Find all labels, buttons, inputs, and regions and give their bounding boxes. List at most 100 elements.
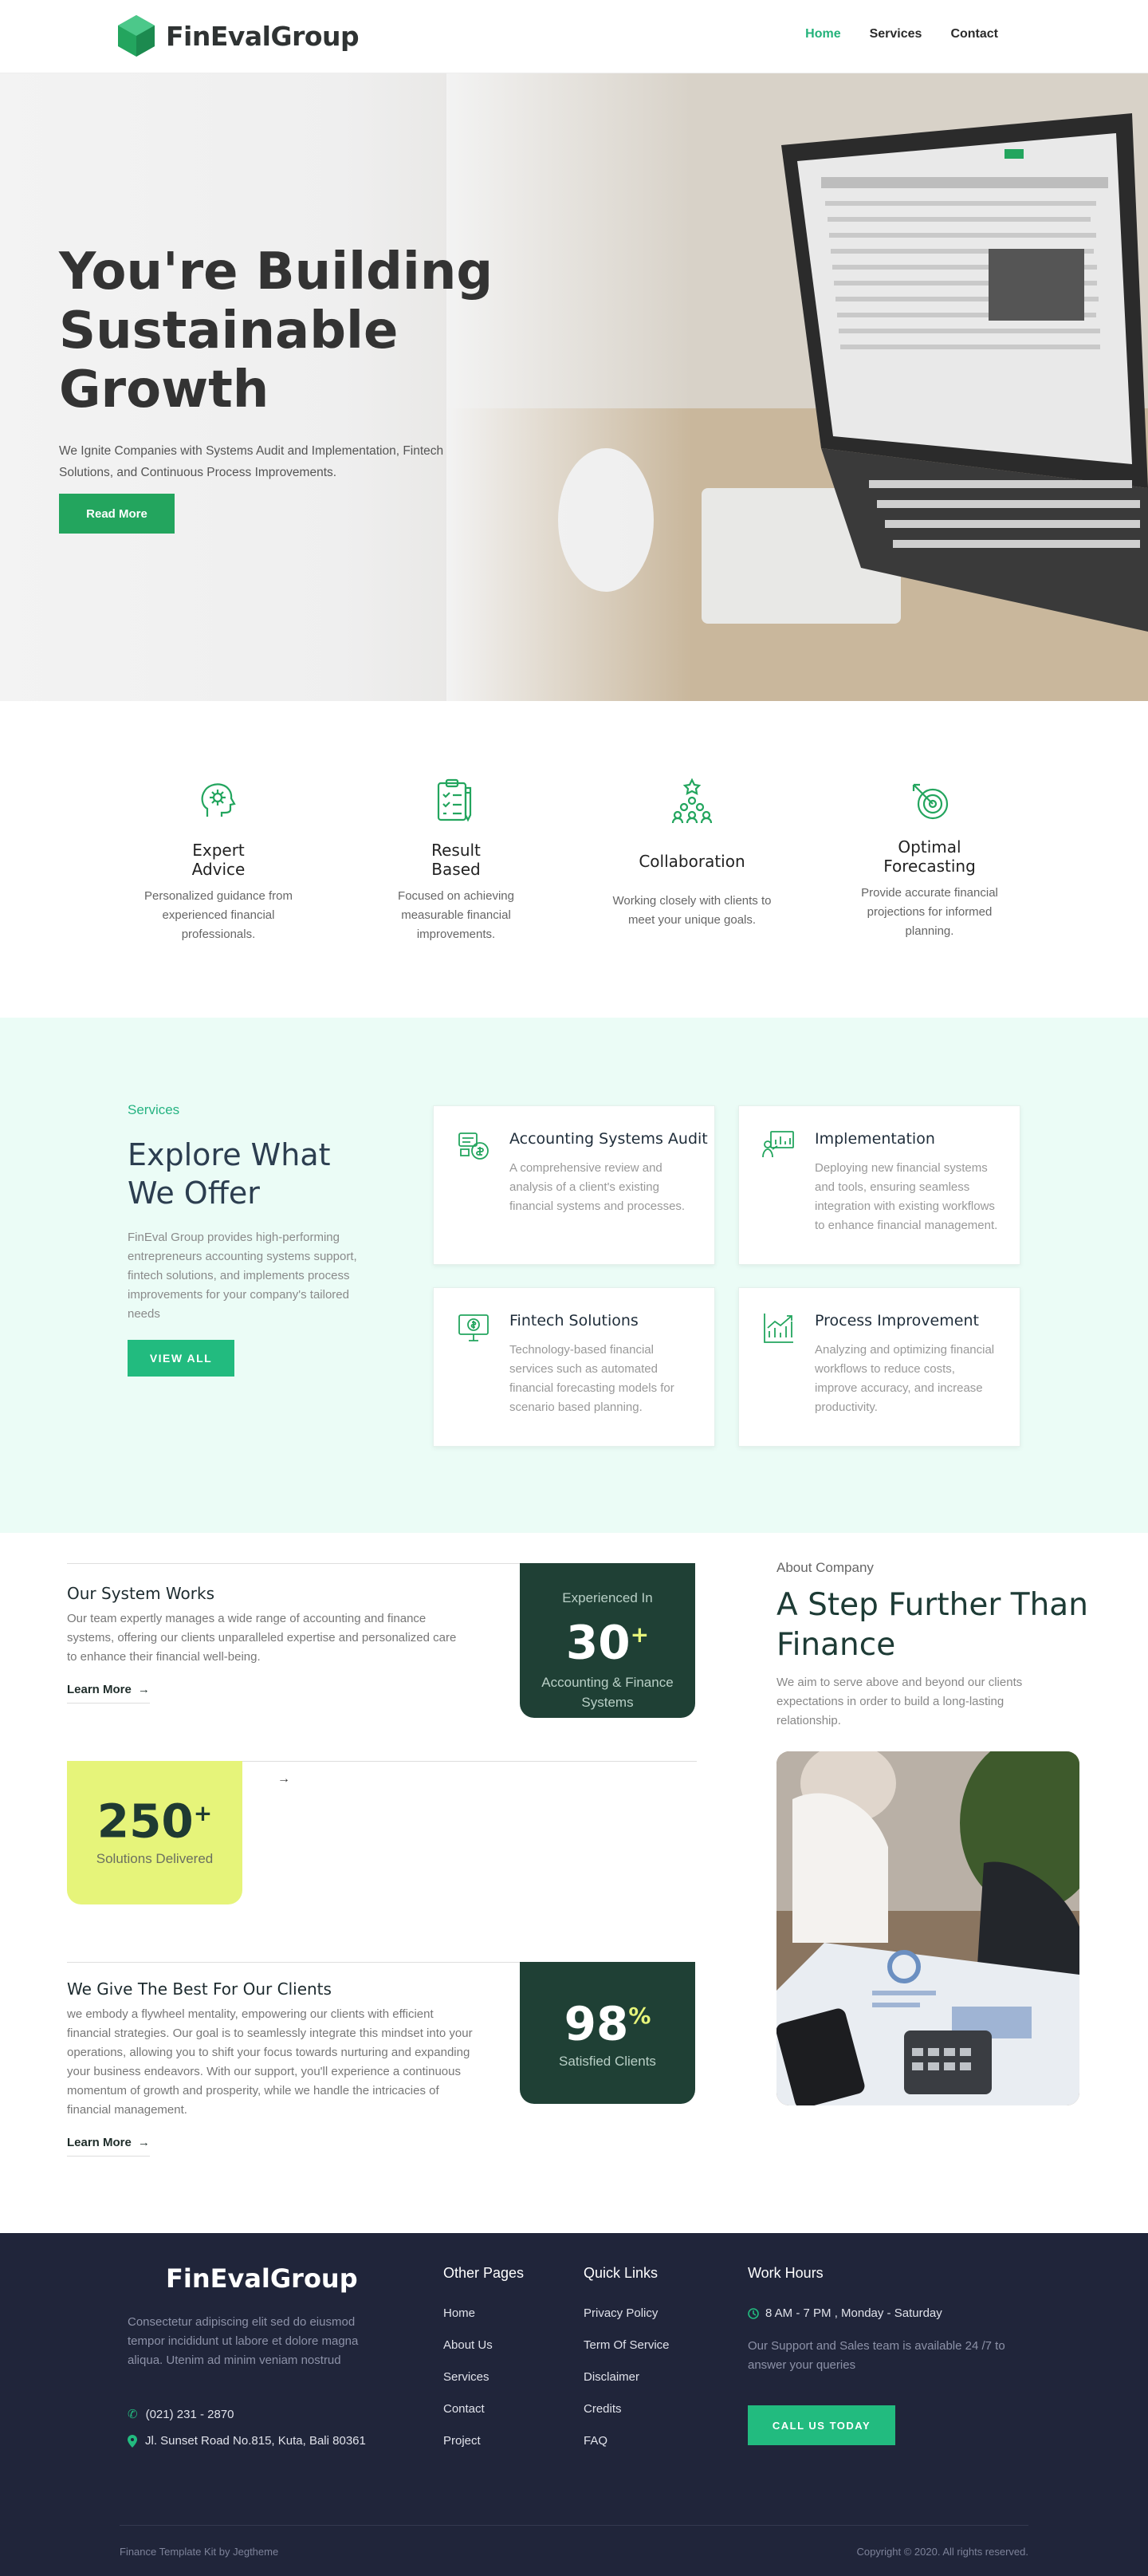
system-text: Our team expertly manages a wide range o… bbox=[67, 1612, 457, 1664]
footer-link-project[interactable]: Project bbox=[443, 2434, 481, 2448]
feature-text: Focused on achieving measurable financia… bbox=[398, 889, 514, 941]
satisfied-suffix: % bbox=[628, 2003, 651, 2029]
footer-link-faq[interactable]: FAQ bbox=[584, 2434, 607, 2448]
arrow-right-icon: → bbox=[137, 1683, 150, 1696]
learn-more-label: Learn More bbox=[67, 1683, 132, 1696]
about-kicker: About Company bbox=[776, 1560, 874, 1575]
work-hours: 8 AM - 7 PM , Monday - Saturday bbox=[748, 2306, 942, 2320]
experience-bottom: Accounting & Finance Systems bbox=[541, 1675, 674, 1711]
logo-hexagon-icon bbox=[118, 15, 155, 57]
feature-result-based: Result Based Focused on achieving measur… bbox=[368, 777, 544, 944]
main-nav: Home Services Contact bbox=[805, 27, 998, 41]
footer-divider bbox=[120, 2525, 1028, 2526]
clock-icon bbox=[748, 2307, 759, 2319]
divider bbox=[67, 1962, 520, 1963]
work-hours-title: Work Hours bbox=[748, 2265, 824, 2281]
meeting-photo bbox=[776, 1751, 1079, 2105]
service-card-fintech[interactable]: Fintech Solutions Technology-based finan… bbox=[433, 1287, 715, 1447]
meeting-image bbox=[776, 1751, 1079, 2105]
brand-logo[interactable]: FinEvalGroup bbox=[116, 14, 360, 58]
phone-number: (021) 231 - 2870 bbox=[145, 2407, 234, 2421]
services-kicker: Services bbox=[128, 1102, 180, 1117]
feature-title: Optimal Forecasting bbox=[883, 837, 976, 876]
presentation-chart-icon bbox=[762, 1131, 794, 1158]
nav-services[interactable]: Services bbox=[870, 27, 922, 41]
hero-laptop-image bbox=[446, 73, 1148, 701]
phone-icon: ✆ bbox=[128, 2408, 138, 2421]
experience-top: Experienced In bbox=[562, 1590, 653, 1605]
card-text: A comprehensive review and analysis of a… bbox=[509, 1161, 686, 1213]
card-title: Fintech Solutions bbox=[509, 1312, 639, 1329]
feature-text: Personalized guidance from experienced f… bbox=[144, 889, 293, 941]
location-pin-icon bbox=[128, 2434, 137, 2448]
teamwork-icon bbox=[671, 778, 713, 824]
solutions-number: 250 bbox=[96, 1794, 194, 1849]
footer-address: Jl. Sunset Road No.815, Kuta, Bali 80361 bbox=[128, 2434, 366, 2448]
nav-home[interactable]: Home bbox=[805, 27, 840, 41]
services-description: FinEval Group provides high-performing e… bbox=[128, 1231, 357, 1321]
footer-link-credits[interactable]: Credits bbox=[584, 2402, 622, 2416]
address-text: Jl. Sunset Road No.815, Kuta, Bali 80361 bbox=[145, 2434, 366, 2448]
hero-title: You're Building Sustainable Growth bbox=[59, 242, 493, 419]
footer-brand[interactable]: FinEvalGroup bbox=[166, 2263, 358, 2294]
brain-gear-icon bbox=[201, 783, 236, 817]
about-text: We aim to serve above and beyond our cli… bbox=[776, 1676, 1023, 1727]
card-title: Accounting Systems Audit bbox=[509, 1130, 708, 1148]
footer-link-privacy[interactable]: Privacy Policy bbox=[584, 2306, 658, 2320]
hero-section: You're Building Sustainable Growth We Ig… bbox=[0, 73, 1148, 701]
card-text: Technology-based financial services such… bbox=[509, 1343, 674, 1414]
target-icon bbox=[912, 783, 949, 820]
best-learn-more-link[interactable]: Learn More → bbox=[67, 2136, 150, 2157]
footer-link-disclaimer[interactable]: Disclaimer bbox=[584, 2370, 639, 2384]
growth-chart-icon bbox=[764, 1314, 793, 1343]
satisfied-label: Satisfied Clients bbox=[559, 2054, 656, 2070]
footer-description: Consectetur adipiscing elit sed do eiusm… bbox=[128, 2315, 359, 2367]
checklist-icon bbox=[437, 778, 472, 822]
site-footer: FinEvalGroup Consectetur adipiscing elit… bbox=[0, 2233, 1148, 2576]
footer-link-terms[interactable]: Term Of Service bbox=[584, 2338, 670, 2352]
satisfied-number: 98 bbox=[564, 1996, 629, 2051]
monitor-dollar-icon bbox=[458, 1314, 489, 1341]
service-card-implementation[interactable]: Implementation Deploying new financial s… bbox=[738, 1105, 1020, 1265]
services-title: Explore What We Offer bbox=[128, 1137, 331, 1211]
service-card-audit[interactable]: Accounting Systems Audit A comprehensive… bbox=[433, 1105, 715, 1265]
footer-phone[interactable]: ✆ (021) 231 - 2870 bbox=[128, 2407, 234, 2422]
call-us-button[interactable]: CALL US TODAY bbox=[748, 2405, 895, 2445]
system-title: Our System Works bbox=[67, 1584, 214, 1603]
footer-link-home[interactable]: Home bbox=[443, 2306, 475, 2320]
arrow-right-icon: → bbox=[137, 2136, 150, 2149]
system-learn-more-link[interactable]: Learn More → bbox=[67, 1683, 150, 1704]
footer-link-contact[interactable]: Contact bbox=[443, 2402, 485, 2416]
service-card-process[interactable]: Process Improvement Analyzing and optimi… bbox=[738, 1287, 1020, 1447]
experience-stat: Experienced In 30+ Accounting & Finance … bbox=[520, 1563, 695, 1718]
nav-contact[interactable]: Contact bbox=[950, 27, 998, 41]
feature-title: Collaboration bbox=[639, 852, 745, 871]
other-pages-title: Other Pages bbox=[443, 2265, 525, 2281]
feature-expert-advice: Expert Advice Personalized guidance from… bbox=[131, 777, 306, 944]
solutions-plus: + bbox=[193, 1800, 213, 1826]
footer-link-services[interactable]: Services bbox=[443, 2370, 489, 2384]
quick-links-title: Quick Links bbox=[584, 2265, 659, 2281]
work-hours-text: 8 AM - 7 PM , Monday - Saturday bbox=[765, 2306, 942, 2320]
footer-copyright: Copyright © 2020. All rights reserved. bbox=[856, 2546, 1028, 2558]
coins-audit-icon bbox=[458, 1132, 489, 1160]
learn-more-label: Learn More bbox=[67, 2136, 132, 2149]
about-title: A Step Further Than Finance bbox=[776, 1587, 1088, 1663]
site-header: FinEvalGroup Home Services Contact bbox=[0, 0, 1148, 73]
feature-title: Expert Advice bbox=[191, 841, 246, 879]
feature-collaboration: Collaboration Working closely with clien… bbox=[604, 777, 780, 930]
satisfied-stat: 98% Satisfied Clients bbox=[520, 1962, 695, 2104]
best-text: we embody a flywheel mentality, empoweri… bbox=[67, 2007, 473, 2117]
experience-number: 30 bbox=[565, 1615, 631, 1670]
read-more-button[interactable]: Read More bbox=[59, 494, 175, 534]
card-text: Deploying new financial systems and tool… bbox=[815, 1161, 998, 1232]
view-all-button[interactable]: VIEW ALL bbox=[128, 1340, 234, 1377]
feature-title: Result Based bbox=[431, 841, 481, 879]
arrow-right-icon[interactable]: → bbox=[277, 1772, 290, 1786]
experience-plus: + bbox=[630, 1621, 650, 1648]
footer-link-about[interactable]: About Us bbox=[443, 2338, 493, 2352]
divider bbox=[67, 1563, 520, 1564]
brand-name: FinEvalGroup bbox=[166, 20, 360, 52]
feature-text: Provide accurate financial projections f… bbox=[861, 886, 998, 938]
card-text: Analyzing and optimizing financial workf… bbox=[815, 1343, 995, 1414]
